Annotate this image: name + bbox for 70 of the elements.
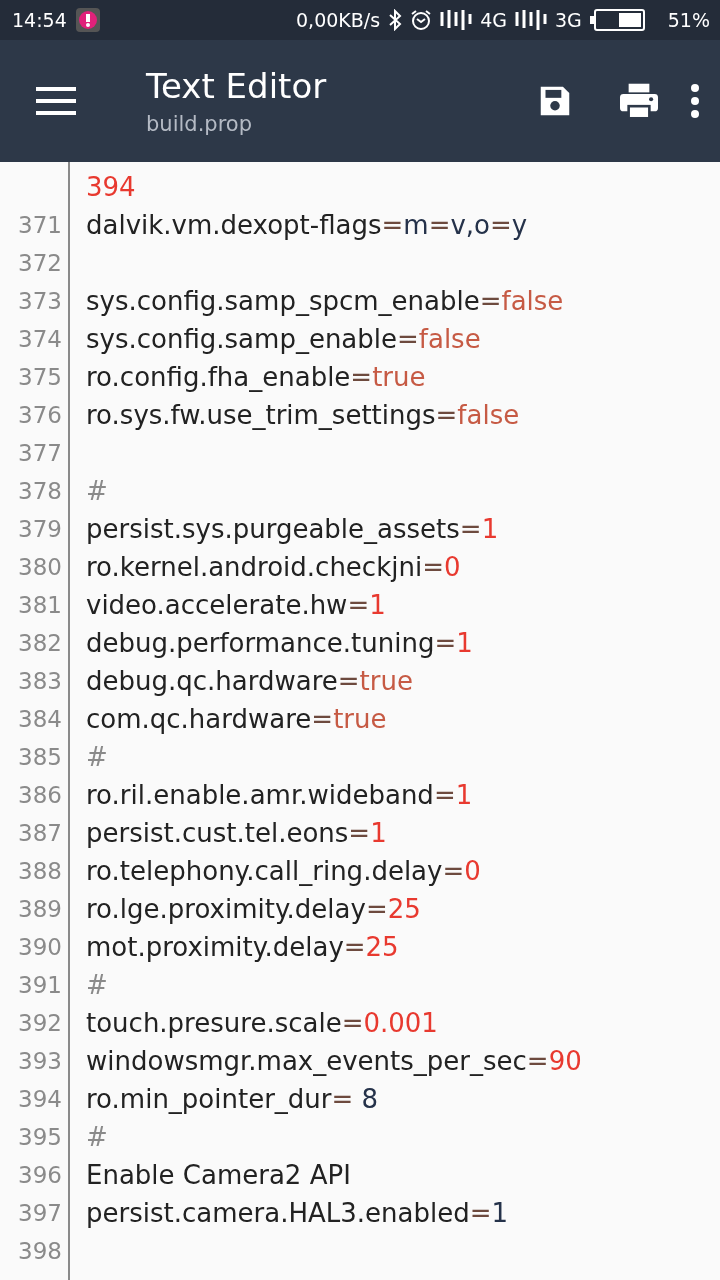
code-line: ro.lge.proximity.delay=25	[86, 894, 421, 924]
code-line: persist.sys.purgeable_assets=1	[86, 514, 499, 544]
alarm-icon	[410, 9, 433, 31]
code-line: #	[86, 742, 108, 772]
code-line: sys.config.samp_spcm_enable=false	[86, 286, 564, 316]
print-button[interactable]	[618, 82, 660, 120]
code-line: Enable Camera2 API	[86, 1160, 351, 1190]
line-number: 372	[17, 250, 62, 276]
code-line: #	[86, 476, 108, 506]
network-type: 4G	[480, 9, 507, 31]
network-type: 3G	[554, 9, 582, 31]
battery-icon	[589, 8, 646, 32]
code-line: #	[86, 1122, 108, 1152]
file-name: build.prop	[146, 112, 253, 136]
line-number: 385	[17, 744, 62, 770]
line-number: 389	[17, 896, 62, 922]
line-number: 387	[17, 820, 62, 846]
line-number: 384	[17, 706, 62, 732]
line-number: 374	[17, 326, 62, 352]
line-number: 376	[17, 402, 62, 428]
line-number: 397	[17, 1200, 62, 1226]
signal-icon	[440, 8, 473, 32]
line-number: 391	[17, 972, 62, 998]
code-line: dalvik.vm.dexopt-flags=m=v,o=y	[86, 210, 528, 240]
line-number: 371	[17, 212, 62, 238]
line-number: 396	[17, 1162, 62, 1188]
line-number: 398	[17, 1238, 62, 1264]
line-number: 390	[17, 934, 62, 960]
code-line: ro.sys.fw.use_trim_settings=false	[86, 400, 520, 430]
line-number: 378	[17, 478, 62, 504]
code-line: ro.config.fha_enable=true	[86, 362, 426, 392]
code-line: 394	[86, 172, 136, 202]
code-line: persist.camera.HAL3.enabled=1	[86, 1198, 508, 1228]
code-line: sys.config.samp_enable=false	[86, 324, 481, 354]
line-number: 373	[17, 288, 62, 314]
code-line: debug.performance.tuning=1	[86, 628, 473, 658]
signal-icon	[514, 8, 547, 32]
line-number: 394	[17, 1086, 62, 1112]
line-number: 393	[17, 1048, 62, 1074]
app-notification-icon	[74, 7, 101, 33]
menu-icon[interactable]	[36, 87, 76, 115]
code-line: ro.ril.enable.amr.wideband=1	[86, 780, 473, 810]
network-speed: 0,00KB/s	[296, 9, 381, 31]
bluetooth-icon	[388, 9, 403, 31]
code-line: touch.presure.scale=0.001	[86, 1008, 438, 1038]
code-line: persist.cust.tel.eons=1	[86, 818, 387, 848]
more-options-button[interactable]	[690, 83, 700, 119]
code-line: mot.proximity.delay=25	[86, 932, 399, 962]
line-number: 388	[17, 858, 62, 884]
line-number: 395	[17, 1124, 62, 1150]
line-number: 379	[17, 516, 62, 542]
line-number: 381	[17, 592, 62, 618]
code-line: ro.telephony.call_ring.delay=0	[86, 856, 481, 886]
clock: 14:54	[12, 9, 67, 31]
code-line: debug.qc.hardware=true	[86, 666, 413, 696]
code-line: ro.min_pointer_dur= 8	[86, 1084, 379, 1114]
line-number: 386	[17, 782, 62, 808]
code-line: video.accelerate.hw=1	[86, 590, 386, 620]
code-line: com.qc.hardware=true	[86, 704, 387, 734]
app-title: Text Editor	[146, 66, 328, 106]
line-number: 382	[17, 630, 62, 656]
line-number: 375	[17, 364, 62, 390]
code-line: windowsmgr.max_events_per_sec=90	[86, 1046, 582, 1076]
line-number: 392	[17, 1010, 62, 1036]
battery-percent: 51%	[667, 9, 710, 31]
code-line: ro.kernel.android.checkjni=0	[86, 552, 461, 582]
line-number: 377	[17, 440, 62, 466]
line-number: 380	[17, 554, 62, 580]
code-line: #	[86, 970, 108, 1000]
line-number: 383	[17, 668, 62, 694]
